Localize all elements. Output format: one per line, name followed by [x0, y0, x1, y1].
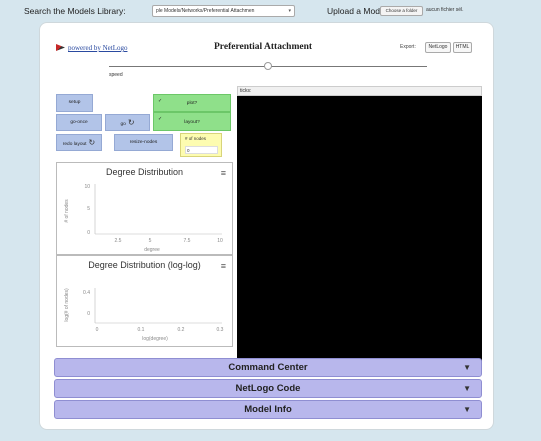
resize-nodes-button[interactable]: resize-nodes — [114, 134, 173, 151]
x-tick-label: 0 — [96, 327, 99, 333]
models-library-value: ple Models/Networks/Preferential Attachm… — [156, 8, 255, 14]
chevron-down-icon: ▾ — [288, 8, 291, 14]
x-axis-label: log(degree) — [142, 336, 168, 342]
y-tick-label: 5 — [87, 206, 90, 212]
layout-switch[interactable]: ✓ layout? — [153, 112, 231, 131]
forever-icon: ↻ — [127, 118, 135, 127]
powered-by-netlogo-link[interactable]: powered by NetLogo — [56, 44, 127, 52]
speed-slider-thumb[interactable] — [264, 62, 272, 70]
models-library-label: Search the Models Library: — [24, 6, 126, 16]
nodes-monitor-label: # of nodes — [185, 136, 207, 141]
x-tick-label: 10 — [217, 238, 223, 244]
x-tick-label: 7.5 — [184, 238, 191, 244]
netlogo-code-label: NetLogo Code — [235, 383, 301, 394]
top-bar: Search the Models Library: ple Models/Ne… — [0, 0, 541, 22]
degree-distribution-loglog-plot: Degree Distribution (log-log) ≡ 0.4 0 0 … — [56, 255, 233, 347]
y-tick-label: 0 — [87, 230, 90, 236]
model-info-label: Model Info — [244, 404, 292, 415]
layout-switch-label: layout? — [184, 120, 200, 125]
netlogo-logo-icon — [56, 44, 65, 51]
redo-layout-button[interactable]: redo layout ↻ — [56, 134, 102, 151]
powered-by-text: powered by NetLogo — [68, 44, 128, 52]
speed-slider-label: speed — [109, 72, 123, 78]
plot-switch[interactable]: ✓ plot? — [153, 94, 231, 112]
x-tick-label: 2.5 — [115, 238, 122, 244]
y-tick-label: 10 — [84, 184, 90, 190]
setup-button[interactable]: setup — [56, 94, 93, 112]
model-info-tab[interactable]: Model Info ▼ — [54, 400, 482, 419]
plot-switch-label: plot? — [186, 101, 198, 106]
setup-button-label: setup — [68, 100, 81, 105]
ticks-label: ticks: — [240, 88, 252, 94]
nodes-monitor: # of nodes 0 — [180, 133, 222, 157]
netlogo-code-tab[interactable]: NetLogo Code ▼ — [54, 379, 482, 398]
world-view[interactable] — [237, 96, 482, 362]
x-tick-label: 0.3 — [217, 327, 224, 333]
go-once-button-label: go-once — [70, 120, 88, 125]
choose-file-button[interactable]: Choose a folder — [380, 6, 423, 16]
go-button[interactable]: go ↻ — [105, 114, 150, 131]
export-label: Export: — [400, 44, 416, 50]
chevron-down-icon: ▼ — [463, 363, 471, 372]
chevron-down-icon: ▼ — [463, 384, 471, 393]
export-netlogo-button[interactable]: NetLogo — [425, 42, 451, 53]
command-center-tab[interactable]: Command Center ▼ — [54, 358, 482, 377]
forever-icon: ↻ — [88, 138, 96, 147]
model-panel: powered by NetLogo Preferential Attachme… — [39, 22, 494, 430]
x-tick-label: 0.2 — [178, 327, 185, 333]
degree-plot-canvas: 10 5 0 2.5 5 7.5 10 degree # of nodes — [64, 184, 223, 253]
no-file-text: aucun fichier sél. — [426, 7, 464, 13]
y-tick-label: 0 — [87, 311, 90, 317]
ticks-bar: ticks: — [237, 86, 482, 96]
model-title: Preferential Attachment — [214, 42, 313, 52]
x-axis-label: degree — [144, 247, 160, 253]
y-axis-label: log(# of nodes) — [64, 288, 70, 322]
nodes-monitor-value: 0 — [185, 146, 218, 154]
y-tick-label: 0.4 — [83, 290, 90, 296]
y-axis-label: # of nodes — [64, 199, 70, 223]
command-center-label: Command Center — [228, 362, 308, 373]
redo-layout-button-label: redo layout — [62, 142, 87, 147]
x-tick-label: 5 — [149, 238, 152, 244]
chevron-down-icon: ▼ — [463, 405, 471, 414]
degree-loglog-plot-canvas: 0.4 0 0 0.1 0.2 0.3 log(degree) log(# of… — [64, 288, 224, 342]
export-html-button[interactable]: HTML — [453, 42, 472, 53]
models-library-select[interactable]: ple Models/Networks/Preferential Attachm… — [152, 5, 295, 17]
go-button-label: go — [120, 122, 126, 127]
resize-nodes-button-label: resize-nodes — [129, 140, 158, 145]
go-once-button[interactable]: go-once — [56, 114, 102, 131]
degree-distribution-plot: Degree Distribution ≡ 10 5 0 2.5 5 7.5 1… — [56, 162, 233, 255]
x-tick-label: 0.1 — [138, 327, 145, 333]
